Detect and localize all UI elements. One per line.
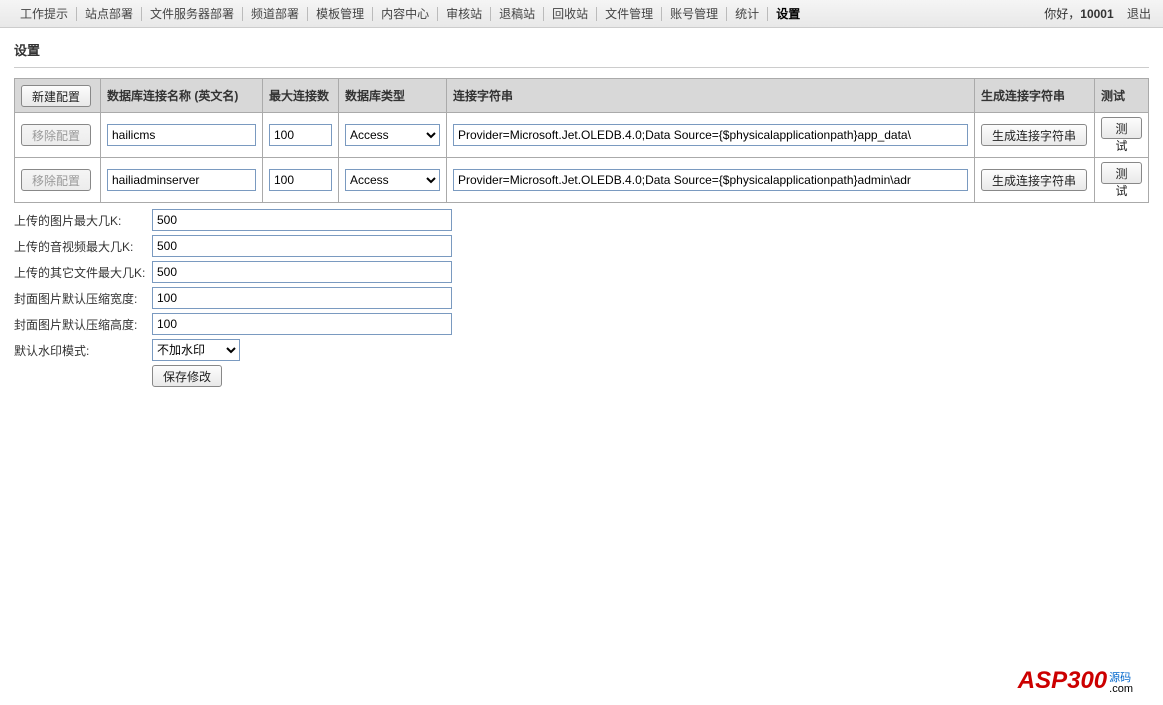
header-gen: 生成连接字符串 [975,79,1095,113]
new-config-button[interactable]: 新建配置 [21,85,91,107]
conn-string-input[interactable] [453,124,968,146]
test-conn-button[interactable]: 测试 [1101,117,1142,139]
form-label: 封面图片默认压缩高度: [14,316,152,333]
topbar: 工作提示站点部署文件服务器部署频道部署模板管理内容中心审核站退稿站回收站文件管理… [0,0,1163,28]
nav-item[interactable]: 统计 [727,7,768,21]
form-label: 上传的音视频最大几K: [14,238,152,255]
form-row: 封面图片默认压缩宽度: [14,287,1149,309]
userbox: 你好，10001 退出 [1044,5,1151,22]
watermark-select[interactable]: 不加水印 [152,339,240,361]
header-max: 最大连接数 [263,79,339,113]
cell-gen: 生成连接字符串 [975,158,1095,203]
form-row-watermark: 默认水印模式:不加水印 [14,339,1149,361]
form-label: 封面图片默认压缩宽度: [14,290,152,307]
greeting: 你好， [1044,7,1080,21]
conn-string-input[interactable] [453,169,968,191]
save-button[interactable]: 保存修改 [152,365,222,387]
form-label: 默认水印模式: [14,342,152,359]
logout-link[interactable]: 退出 [1127,7,1151,21]
nav-item[interactable]: 账号管理 [662,7,727,21]
header-action: 新建配置 [15,79,101,113]
cell-type: Access [339,113,447,158]
conn-name-input[interactable] [107,124,256,146]
nav-item[interactable]: 工作提示 [12,7,77,21]
nav: 工作提示站点部署文件服务器部署频道部署模板管理内容中心审核站退稿站回收站文件管理… [12,7,808,21]
form-row-save: 保存修改 [14,365,1149,387]
nav-item[interactable]: 内容中心 [373,7,438,21]
form-label: 上传的图片最大几K: [14,212,152,229]
form-input[interactable] [152,313,452,335]
nav-item[interactable]: 站点部署 [77,7,142,21]
cell-action: 移除配置 [15,158,101,203]
gen-conn-button[interactable]: 生成连接字符串 [981,124,1087,146]
conn-name-input[interactable] [107,169,256,191]
remove-config-button[interactable]: 移除配置 [21,169,91,191]
gen-conn-button[interactable]: 生成连接字符串 [981,169,1087,191]
db-type-select[interactable]: Access [345,124,440,146]
form-label: 上传的其它文件最大几K: [14,264,152,281]
nav-item[interactable]: 回收站 [544,7,597,21]
page: 设置 新建配置 数据库连接名称 (英文名) 最大连接数 数据库类型 连接字符串 … [0,28,1163,403]
form-row: 封面图片默认压缩高度: [14,313,1149,335]
cell-conn [447,113,975,158]
nav-item[interactable]: 频道部署 [243,7,308,21]
user-id: 10001 [1080,7,1113,21]
form-row: 上传的图片最大几K: [14,209,1149,231]
nav-item[interactable]: 文件服务器部署 [142,7,243,21]
config-table: 新建配置 数据库连接名称 (英文名) 最大连接数 数据库类型 连接字符串 生成连… [14,78,1149,203]
nav-item[interactable]: 审核站 [438,7,491,21]
db-type-select[interactable]: Access [345,169,440,191]
header-test: 测试 [1095,79,1149,113]
form-input[interactable] [152,261,452,283]
cell-test: 测试 [1095,158,1149,203]
watermark-logo: ASP300 源码 .com [1018,667,1133,695]
form-input[interactable] [152,209,452,231]
cell-name [101,158,263,203]
table-header-row: 新建配置 数据库连接名称 (英文名) 最大连接数 数据库类型 连接字符串 生成连… [15,79,1149,113]
table-row: 移除配置 Access 生成连接字符串测试 [15,158,1149,203]
cell-name [101,113,263,158]
cell-test: 测试 [1095,113,1149,158]
form-input[interactable] [152,235,452,257]
cell-conn [447,158,975,203]
nav-item[interactable]: 设置 [768,7,808,21]
cell-action: 移除配置 [15,113,101,158]
nav-item[interactable]: 模板管理 [308,7,373,21]
table-row: 移除配置 Access 生成连接字符串测试 [15,113,1149,158]
form-input[interactable] [152,287,452,309]
max-conn-input[interactable] [269,169,332,191]
cell-type: Access [339,158,447,203]
cell-gen: 生成连接字符串 [975,113,1095,158]
cell-max [263,158,339,203]
test-conn-button[interactable]: 测试 [1101,162,1142,184]
nav-item[interactable]: 文件管理 [597,7,662,21]
remove-config-button[interactable]: 移除配置 [21,124,91,146]
max-conn-input[interactable] [269,124,332,146]
form-row: 上传的音视频最大几K: [14,235,1149,257]
settings-form: 上传的图片最大几K: 上传的音视频最大几K: 上传的其它文件最大几K: 封面图片默认压… [14,209,1149,387]
header-type: 数据库类型 [339,79,447,113]
nav-item[interactable]: 退稿站 [491,7,544,21]
cell-max [263,113,339,158]
form-row: 上传的其它文件最大几K: [14,261,1149,283]
page-title: 设置 [14,40,1149,68]
header-name: 数据库连接名称 (英文名) [101,79,263,113]
header-conn: 连接字符串 [447,79,975,113]
